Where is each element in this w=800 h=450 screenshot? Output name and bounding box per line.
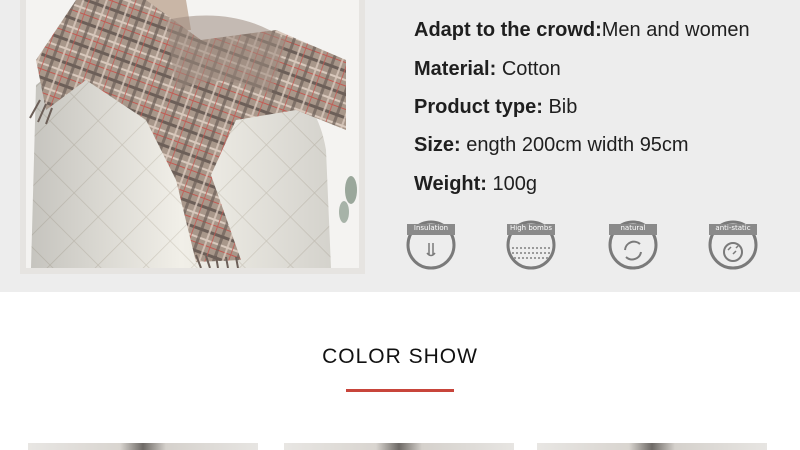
spec-key: Size:: [414, 134, 467, 156]
badge-label: High bombs: [510, 224, 552, 232]
badge-anti-static: anti-static: [706, 218, 760, 270]
badge-insulation: Insulation: [404, 218, 458, 270]
spec-key: Product type:: [414, 96, 549, 118]
spec-weight: Weight: 100g: [414, 170, 537, 198]
spec-value: 100g: [492, 173, 538, 195]
scarf-photo-illustration: [26, 0, 359, 268]
spec-product-type: Product type: Bib: [414, 93, 577, 121]
color-swatch-3[interactable]: [537, 443, 767, 450]
spec-crowd: Adapt to the crowd:Men and women: [414, 16, 750, 44]
product-photo-frame: [20, 0, 365, 274]
badge-high-bombs: High bombs: [504, 218, 558, 270]
product-photo: [26, 0, 359, 268]
badge-natural: natural: [606, 218, 660, 270]
badge-label: natural: [620, 224, 646, 232]
color-show-title: COLOR SHOW: [322, 345, 478, 368]
spec-value: Men and women: [601, 19, 750, 41]
feature-badges: Insulation High bombs natural anti-stati…: [404, 218, 784, 270]
spec-size: Size: ength 200cm width 95cm: [414, 131, 689, 159]
spec-material: Material: Cotton: [414, 55, 561, 83]
spec-value: Bib: [548, 96, 578, 118]
badge-label: anti-static: [715, 224, 751, 232]
spec-value: ength 200cm width 95cm: [466, 134, 689, 156]
spec-key: Material:: [414, 58, 502, 80]
spec-value: Cotton: [501, 58, 561, 80]
badge-label: Insulation: [413, 224, 449, 232]
spec-key: Weight:: [414, 173, 493, 195]
spec-key: Adapt to the crowd:: [414, 19, 602, 41]
title-underline: [346, 389, 454, 392]
color-swatch-2[interactable]: [284, 443, 514, 450]
color-swatch-1[interactable]: [28, 443, 258, 450]
